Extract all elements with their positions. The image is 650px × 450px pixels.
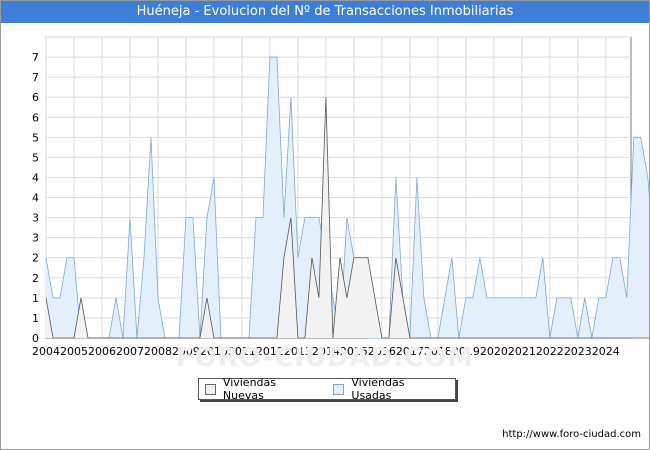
- y-tick-label: 1: [32, 312, 39, 325]
- y-tick-label: 5: [32, 151, 39, 164]
- legend-label-usadas: Viviendas Usadas: [351, 376, 405, 402]
- y-tick-label: 4: [32, 171, 39, 184]
- legend-swatch-nuevas: [205, 383, 216, 395]
- y-tick-label: 3: [32, 232, 39, 245]
- y-tick-label: 2: [32, 272, 39, 285]
- y-tick-label: 1: [32, 292, 39, 305]
- legend-item-nuevas: Viviendas Nuevas: [205, 376, 319, 402]
- legend-swatch-usadas: [333, 383, 345, 395]
- y-tick-label: 2: [32, 252, 39, 265]
- y-tick-label: 6: [32, 111, 39, 124]
- legend-item-usadas: Viviendas Usadas: [333, 376, 447, 402]
- y-tick-label: 5: [32, 131, 39, 144]
- legend-label-nuevas: Viviendas Nuevas: [222, 376, 277, 402]
- legend: Viviendas Nuevas Viviendas Usadas: [198, 376, 456, 402]
- y-tick-label: 7: [32, 71, 39, 84]
- y-tick-label: 6: [32, 91, 39, 104]
- watermark-text: FORO-CIUDAD.COM: [175, 343, 475, 373]
- y-tick-label: 7: [32, 51, 39, 64]
- chart-frame: Huéneja - Evolucion del Nº de Transaccio…: [0, 0, 650, 450]
- footer-url: http://www.foro-ciudad.com: [502, 429, 641, 440]
- y-tick-label: 3: [32, 212, 39, 225]
- y-axis-ticks: 011223344556677: [32, 51, 39, 345]
- y-tick-label: 4: [32, 192, 39, 205]
